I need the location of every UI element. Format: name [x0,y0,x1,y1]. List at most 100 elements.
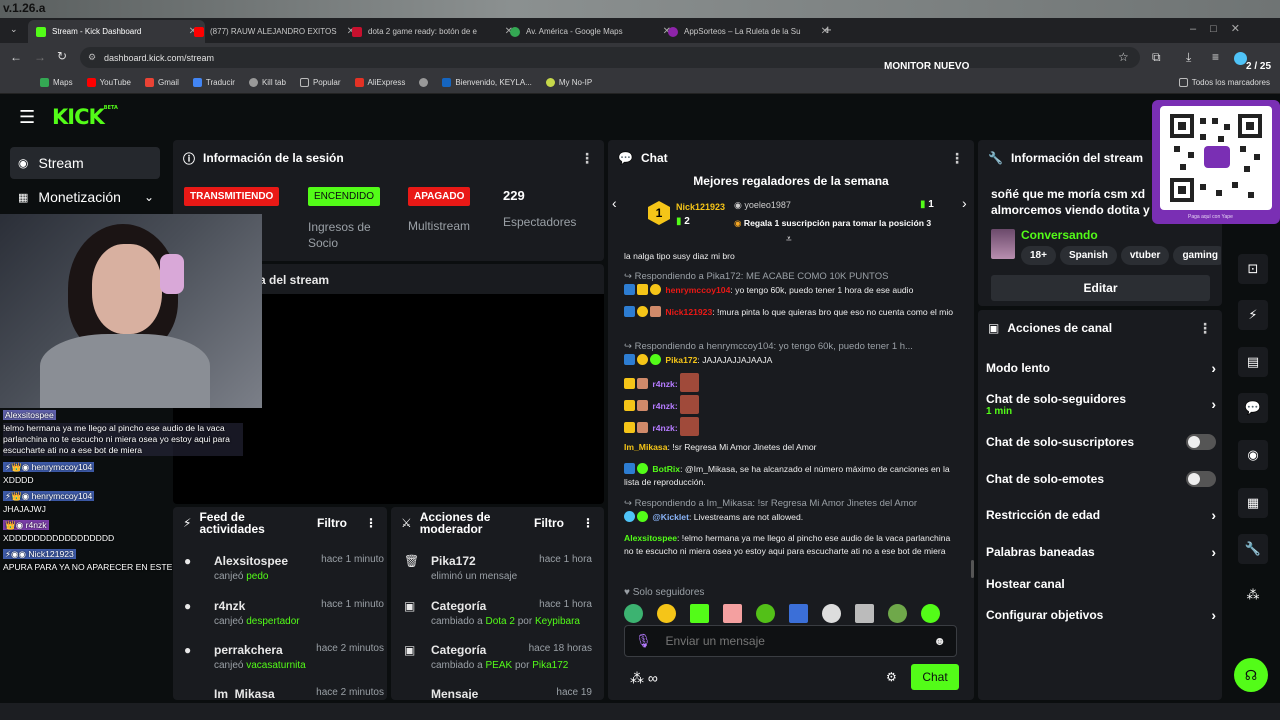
chat-username[interactable]: r4nzk: [652,379,677,389]
screenshot-icon[interactable]: ⊡ [1238,254,1268,284]
emote-icon[interactable] [756,604,775,623]
gift-cta[interactable]: ◉ Regala 1 suscripción para tomar la pos… [734,218,931,229]
tab-dota[interactable]: dota 2 game ready: botón de e ✕ [344,20,521,43]
tag-chip[interactable]: gaming [1173,246,1221,265]
more-options-icon[interactable]: ⋮ [582,516,594,530]
send-chat-button[interactable]: Chat [911,664,959,690]
emote-icon[interactable] [690,604,709,623]
chat-username[interactable]: Im_Mikasa [624,442,667,452]
feed-item[interactable]: Im_Mikasa hace 2 minutos [184,687,384,699]
emote-icon[interactable] [723,604,742,623]
chat-username[interactable]: BotRix [652,464,680,474]
tab-search-chevron-icon[interactable]: ⌄ [10,24,18,35]
wrench-tool-icon[interactable]: 🔧 [1238,534,1268,564]
chat-username[interactable]: r4nzk: [652,423,677,433]
site-info-icon[interactable]: ⚙ [88,52,96,63]
second-gifter[interactable]: ◉ yoeleo1987 [734,200,791,211]
mod-item[interactable]: ▣ Categoría hace 18 horas cambiado a PEAK p… [404,643,592,671]
chat-input[interactable] [665,634,934,648]
age-restriction-row[interactable]: Restricción de edad › [986,507,1216,523]
nav-stream[interactable]: ◉ Stream [10,147,160,179]
emote-icon[interactable] [822,604,841,623]
all-bookmarks[interactable]: Todos los marcadores [1178,78,1270,87]
feed-filter-button[interactable]: Filtro [317,516,347,530]
bookmark-killtab[interactable]: Kill tab [248,78,286,87]
feed-item[interactable]: ● Alexsitospee hace 1 minuto canjeó pedo [184,554,384,582]
prev-gifter-icon[interactable]: ‹ [612,195,617,211]
kick-logo[interactable]: KICKBETA [52,105,118,129]
support-icon[interactable]: ☊ [1234,658,1268,692]
more-options-icon[interactable]: ⋮ [365,516,377,530]
tag-chip[interactable]: 18+ [1021,246,1056,265]
bookmark-aliexpress[interactable]: AliExpress [354,78,405,87]
chat-settings-icon[interactable]: ⚙ [886,670,897,684]
host-channel-row[interactable]: Hostear canal [986,577,1216,591]
banned-words-row[interactable]: Palabras baneadas › [986,544,1216,560]
slow-mode-row[interactable]: Modo lento › [986,360,1216,376]
mod-item[interactable]: 🗑 Pika172 hace 1 hora eliminó un mensaje [404,554,592,582]
feed-item[interactable]: ● r4nzk hace 1 minuto canjeó despertador [184,599,384,627]
points-rail-icon[interactable]: ⁂ [1238,580,1268,610]
bookmark-maps[interactable]: Maps [40,78,73,87]
next-gifter-icon[interactable]: › [962,195,967,211]
url-bar[interactable]: dashboard.kick.com/stream [80,47,1140,68]
notes-icon[interactable]: ▤ [1238,347,1268,377]
edit-stream-button[interactable]: Editar [991,275,1210,301]
microphone-icon[interactable]: 🎙 [635,633,652,649]
chat-username[interactable]: Alexsitospee [624,533,677,543]
extensions-icon[interactable]: ⧉ [1152,50,1161,65]
points-icon[interactable]: ⁂ ∞ [630,670,658,687]
bookmark-popular[interactable]: Popular [299,78,341,87]
feed-item[interactable]: ● perrakchera hace 2 minutos canjeó vacasa… [184,643,384,671]
tab-appsorteos[interactable]: AppSorteos – La Ruleta de la Su ✕ [660,20,837,43]
new-tab-icon[interactable]: + [824,22,832,37]
goals-row[interactable]: Configurar objetivos › [986,607,1216,623]
nav-monetizacion[interactable]: ▦ Monetización ⌄ [10,181,160,213]
multistream-off-badge[interactable]: APAGADO [408,187,471,206]
chat-input-box[interactable]: 🎙 ☻ [624,625,957,657]
emote-icon[interactable] [921,604,940,623]
emote-icon[interactable] [888,604,907,623]
chat-username[interactable]: Pika172 [665,355,697,365]
bookmark-star-icon[interactable]: ☆ [1118,50,1129,64]
emote-icon[interactable] [624,604,643,623]
emoji-icon[interactable]: ☻ [933,634,946,648]
broadcast-icon[interactable]: ◉ [1238,440,1268,470]
lightning-icon[interactable]: ⚡ [1238,300,1268,330]
tab-youtube[interactable]: (877) RAUW ALEJANDRO EXITOS ✕ [186,20,363,43]
bookmark-youtube[interactable]: YouTube [86,78,131,87]
bookmark-traducir[interactable]: Traducir [192,78,235,87]
menu-icon[interactable]: ☰ [19,107,35,128]
download-icon[interactable]: ⤓ [1186,50,1191,65]
more-options-icon[interactable]: ⋮ [580,150,594,167]
emote-icon[interactable] [657,604,676,623]
category-name[interactable]: Conversando [1021,228,1098,242]
bookmark-globe[interactable] [419,78,429,87]
tag-chip[interactable]: Spanish [1059,246,1117,265]
mod-filter-button[interactable]: Filtro [534,516,564,530]
bookmark-gmail[interactable]: Gmail [145,78,179,87]
emote-icon[interactable] [855,604,874,623]
window-controls[interactable]: –□✕ [1190,22,1254,35]
top-gifter-name[interactable]: Nick121923 [676,202,725,212]
reload-icon[interactable]: ↻ [57,49,67,63]
chat-icon[interactable]: 💬 [1238,393,1268,423]
chat-username[interactable]: Nick121923 [665,307,712,317]
followers-only-row[interactable]: Chat de solo-seguidores 1 min › [986,392,1216,417]
bookmark-bienvenido[interactable]: Bienvenido, KEYLA... [442,78,532,87]
back-icon[interactable]: ← [10,50,22,64]
subscribers-only-toggle[interactable] [1186,434,1216,450]
tag-chip[interactable]: vtuber [1120,246,1170,265]
forward-icon[interactable]: → [34,50,46,64]
chat-username[interactable]: henrymccoy104 [665,285,730,295]
mod-item[interactable]: ▣ Categoría hace 1 hora cambiado a Dota 2 p… [404,599,592,627]
emotes-only-row[interactable]: Chat de solo-emotes [986,471,1216,487]
subscribers-only-row[interactable]: Chat de solo-suscriptores [986,434,1216,450]
chat-username[interactable]: r4nzk: [652,401,677,411]
media-icon[interactable]: ≡ [1212,50,1219,64]
chat-scrollbar[interactable] [971,560,974,578]
ingresos-on-badge[interactable]: ENCENDIDO [308,187,381,206]
tab-google-maps[interactable]: Av. América - Google Maps ✕ [502,20,679,43]
emotes-only-toggle[interactable] [1186,471,1216,487]
more-options-icon[interactable]: ⋮ [1198,320,1212,337]
